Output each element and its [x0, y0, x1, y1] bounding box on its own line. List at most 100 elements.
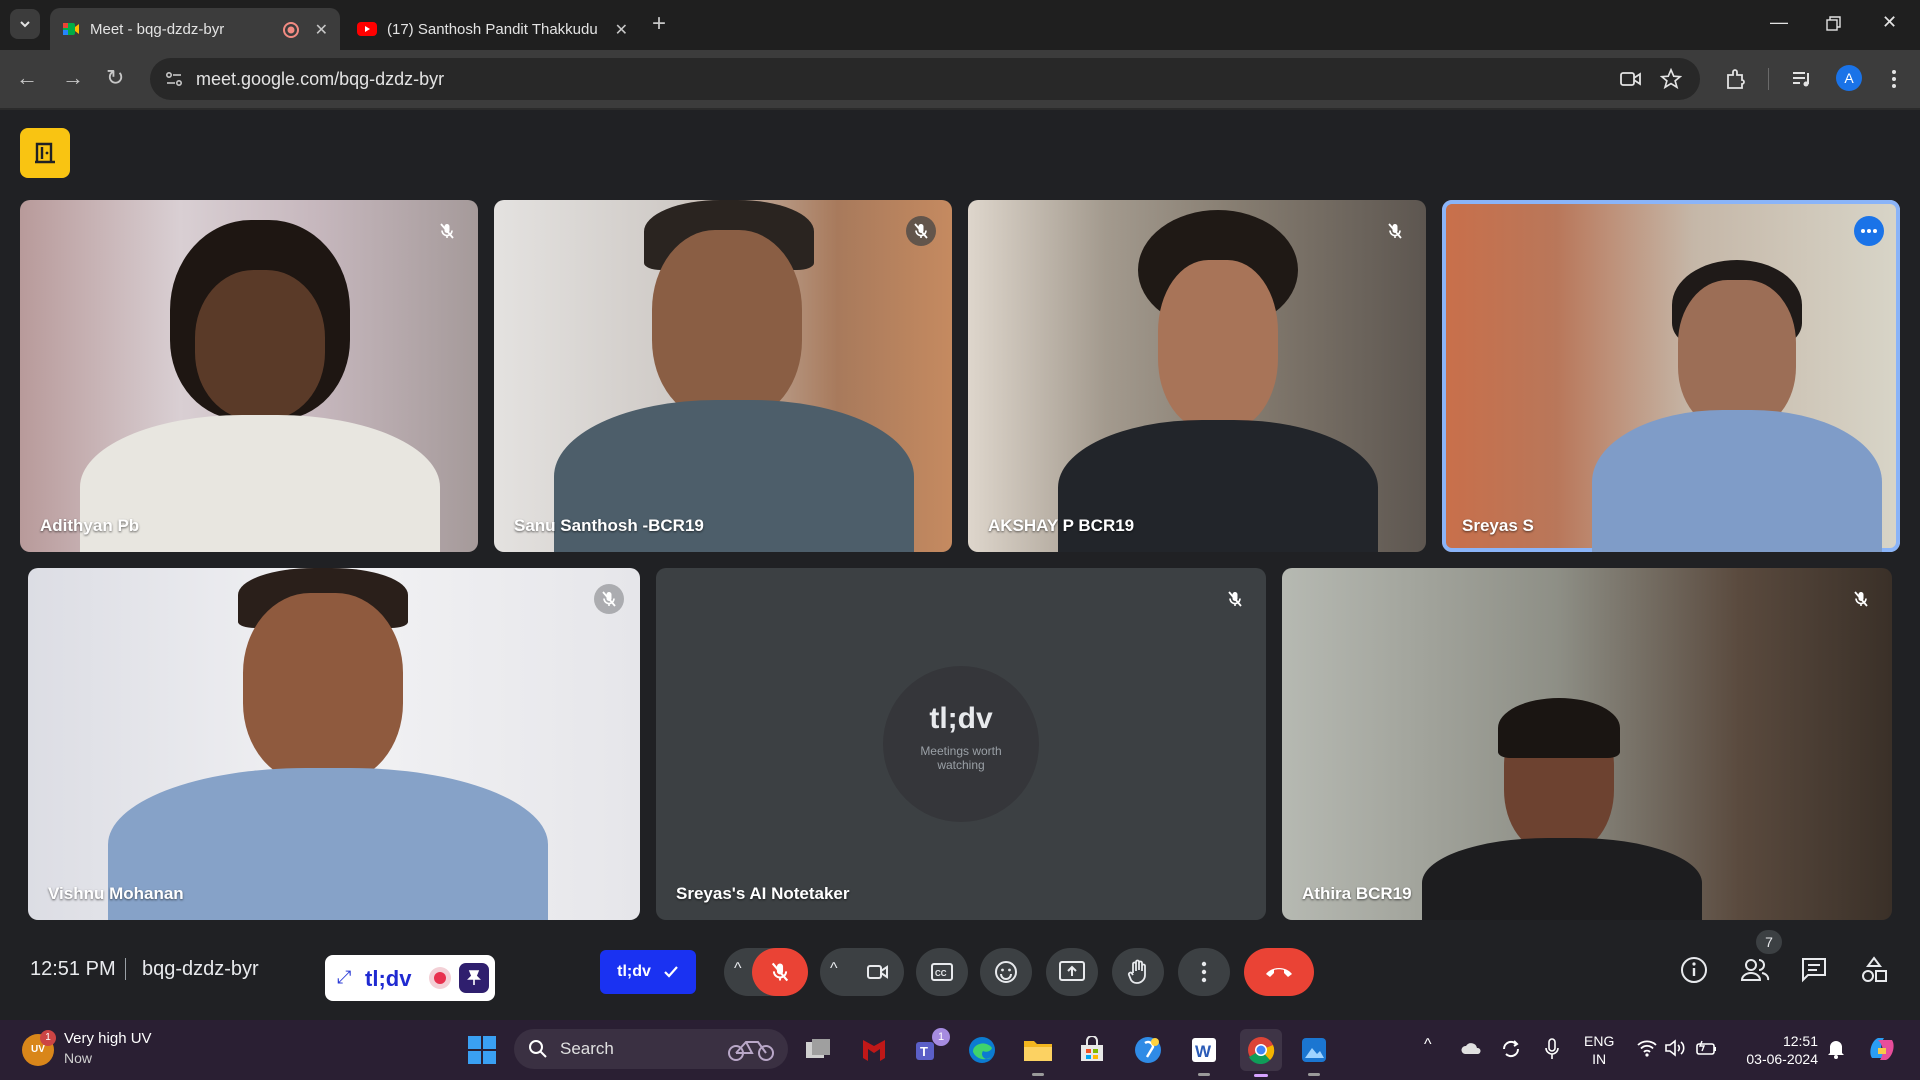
microphone-in-use-icon[interactable]	[1544, 1038, 1560, 1060]
show-hidden-icons[interactable]: ^	[1424, 1036, 1432, 1054]
battery-icon[interactable]	[1694, 1038, 1718, 1058]
close-tab-icon[interactable]: ✕	[615, 20, 628, 40]
running-indicator	[1254, 1074, 1268, 1077]
windows-taskbar: UV 1 Very high UV Now Search T 1 W ^ ENG…	[0, 1020, 1920, 1080]
system-clock[interactable]: 12:51 03-06-2024	[1738, 1032, 1818, 1068]
activities-icon[interactable]	[1860, 956, 1888, 984]
participant-name: Vishnu Mohanan	[48, 884, 184, 903]
bicycle-icon	[728, 1041, 774, 1061]
url-text: meet.google.com/bqg-dzdz-byr	[196, 69, 445, 89]
profile-avatar[interactable]: A	[1836, 65, 1862, 91]
participant-name: Sanu Santhosh -BCR19	[514, 516, 704, 535]
present-screen-button[interactable]	[1046, 948, 1098, 996]
tldv-logo-text: tl;dv	[929, 702, 993, 735]
participant-tile[interactable]: Vishnu Mohanan	[28, 568, 640, 920]
svg-text:CC: CC	[935, 969, 947, 978]
search-placeholder: Search	[560, 1039, 614, 1058]
muted-mic-icon	[1220, 584, 1250, 614]
leave-call-button[interactable]	[1244, 948, 1314, 996]
mcafee-icon[interactable]	[856, 1032, 892, 1068]
clock-time: 12:51	[1782, 1033, 1818, 1049]
participant-tile[interactable]: Adithyan Pb	[20, 200, 478, 552]
edge-icon[interactable]	[964, 1032, 1000, 1068]
restore-window-icon[interactable]	[1826, 16, 1842, 32]
microphone-toggle-button[interactable]	[752, 948, 808, 996]
checkmark-icon	[664, 966, 678, 978]
wifi-icon[interactable]	[1636, 1038, 1658, 1058]
volume-icon[interactable]	[1664, 1038, 1686, 1058]
participant-tile-active-speaker[interactable]: Sreyas S	[1442, 200, 1900, 552]
divider	[125, 958, 126, 980]
browser-menu-icon[interactable]	[1882, 67, 1906, 91]
people-icon[interactable]	[1740, 956, 1770, 984]
site-info-icon[interactable]	[164, 69, 184, 89]
video-silhouette	[1422, 838, 1702, 920]
back-icon[interactable]: ←	[16, 66, 38, 90]
google-meet-favicon-icon	[63, 23, 79, 35]
weather-app-icon[interactable]	[1130, 1032, 1166, 1068]
teams-icon[interactable]: T 1	[910, 1028, 950, 1068]
video-settings-chevron-icon[interactable]: ^	[830, 960, 838, 978]
new-tab-button[interactable]: +	[652, 12, 666, 36]
more-options-icon[interactable]	[1854, 216, 1884, 246]
participant-tile[interactable]: Athira BCR19	[1282, 568, 1892, 920]
raise-hand-button[interactable]	[1112, 948, 1164, 996]
close-window-icon[interactable]: ✕	[1882, 12, 1897, 33]
participant-name: AKSHAY P BCR19	[988, 516, 1135, 535]
muted-mic-icon	[1380, 216, 1410, 246]
chat-icon[interactable]	[1800, 956, 1828, 984]
tldv-tagline: Meetings worth watching	[920, 744, 1002, 772]
reactions-button[interactable]	[980, 948, 1032, 996]
hang-up-icon	[1266, 968, 1292, 977]
start-button[interactable]	[464, 1032, 500, 1068]
participant-count-badge: 7	[1756, 930, 1782, 954]
notification-bell-icon[interactable]	[1826, 1038, 1846, 1060]
participant-name: Sreyas S	[1462, 516, 1534, 535]
copilot-icon[interactable]	[1866, 1034, 1898, 1064]
expand-icon[interactable]: ⤢	[337, 967, 351, 988]
meeting-details-icon[interactable]	[1680, 956, 1708, 984]
ai-pin-icon[interactable]	[459, 963, 489, 993]
running-indicator	[1032, 1073, 1044, 1076]
participant-tile[interactable]: tl;dv Meetings worth watching Sreyas's A…	[656, 568, 1266, 920]
muted-mic-icon	[594, 584, 624, 614]
sync-icon[interactable]	[1500, 1038, 1522, 1060]
tab-meet[interactable]: Meet - bqg-dzdz-byr ✕	[50, 8, 340, 50]
youtube-favicon-icon	[357, 22, 377, 36]
taskbar-search[interactable]: Search	[514, 1029, 788, 1069]
file-explorer-icon[interactable]	[1020, 1032, 1056, 1076]
reload-icon[interactable]: ↻	[106, 66, 124, 90]
tab-search-dropdown[interactable]	[10, 9, 40, 39]
camera-toggle-button[interactable]	[850, 948, 906, 996]
record-icon[interactable]	[429, 967, 451, 989]
extensions-icon[interactable]	[1724, 67, 1748, 91]
participant-tile[interactable]: Sanu Santhosh -BCR19	[494, 200, 952, 552]
close-tab-icon[interactable]: ✕	[315, 20, 328, 40]
task-view-icon[interactable]	[800, 1032, 836, 1068]
video-silhouette	[1592, 410, 1882, 552]
participant-tile[interactable]: AKSHAY P BCR19	[968, 200, 1426, 552]
language-indicator[interactable]: ENG IN	[1584, 1032, 1614, 1068]
media-controls-icon[interactable]	[1790, 67, 1814, 91]
minimize-icon[interactable]: —	[1770, 12, 1788, 33]
photos-app-icon[interactable]	[1296, 1032, 1332, 1076]
tab-youtube[interactable]: (17) Santhosh Pandit Thakkudu ✕	[345, 8, 640, 50]
bookmark-star-icon[interactable]	[1660, 68, 1682, 90]
more-options-button[interactable]	[1178, 948, 1230, 996]
onedrive-sync-icon[interactable]	[1460, 1038, 1484, 1060]
word-icon[interactable]: W	[1186, 1032, 1222, 1076]
video-silhouette	[652, 230, 802, 420]
clock-date: 03-06-2024	[1746, 1051, 1818, 1067]
forward-icon[interactable]: →	[62, 66, 84, 90]
chrome-icon[interactable]	[1240, 1029, 1282, 1077]
audio-settings-chevron-icon[interactable]: ^	[734, 960, 742, 978]
participant-name: Athira BCR19	[1302, 884, 1412, 903]
tldv-widget[interactable]: ⤢ tl;dv	[325, 955, 495, 1001]
extension-launcher-button[interactable]	[20, 128, 70, 178]
store-icon[interactable]	[1074, 1032, 1110, 1068]
video-silhouette	[1678, 280, 1796, 430]
address-bar[interactable]: meet.google.com/bqg-dzdz-byr	[150, 58, 1700, 100]
captions-button[interactable]: CC	[916, 948, 968, 996]
tldv-recording-button[interactable]: tl;dv	[600, 950, 696, 994]
camera-in-use-icon[interactable]	[1620, 69, 1642, 89]
